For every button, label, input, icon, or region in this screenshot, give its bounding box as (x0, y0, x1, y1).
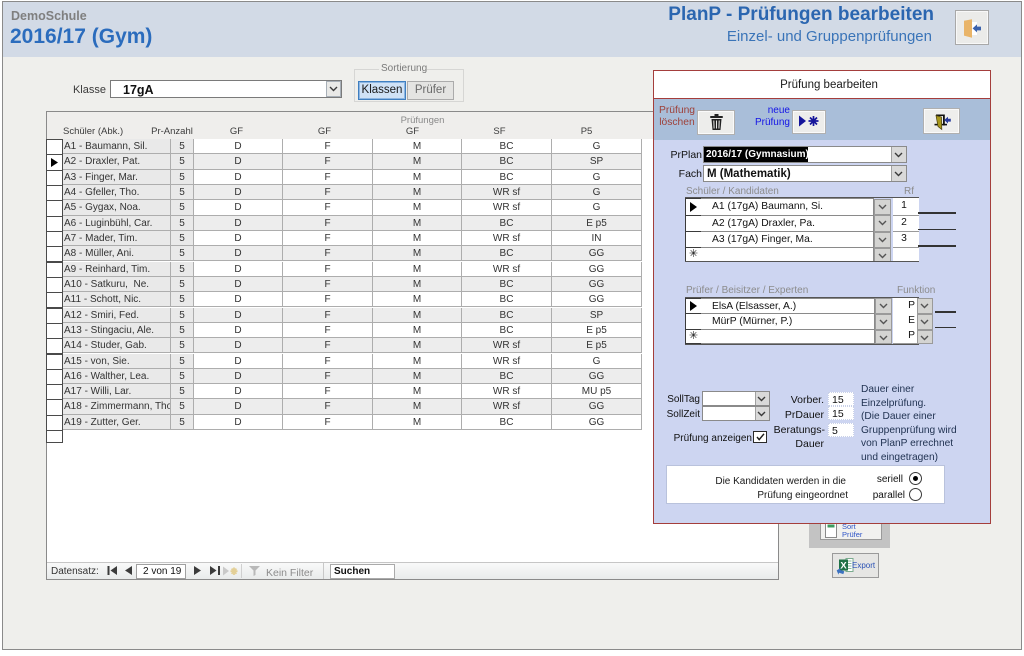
svg-text:X: X (840, 561, 847, 572)
